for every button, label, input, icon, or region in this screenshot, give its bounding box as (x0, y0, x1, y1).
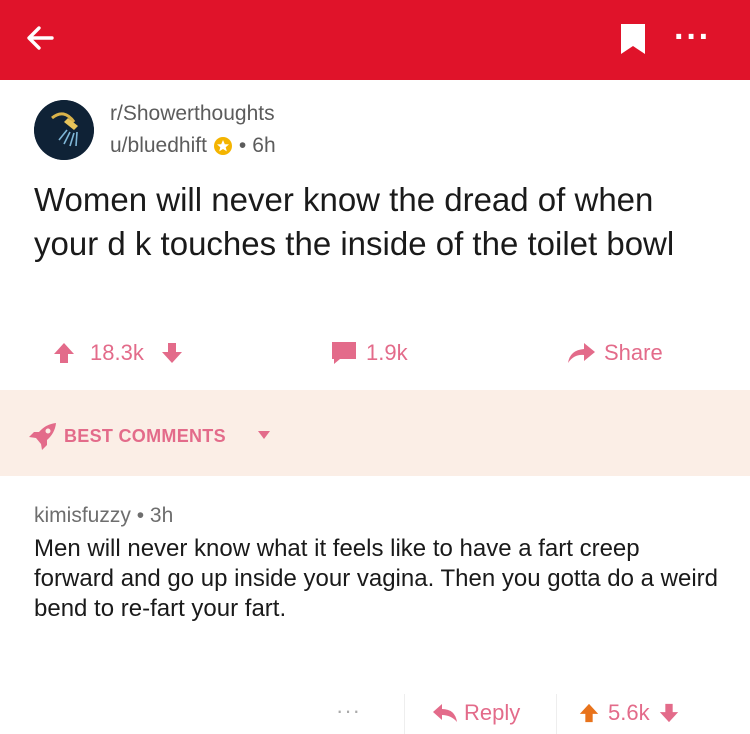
share-button[interactable]: Share (566, 340, 663, 366)
comment-vote-group: 5.6k (578, 700, 680, 726)
comment-score: 5.6k (608, 700, 650, 725)
more-horizontal-icon[interactable]: ··· (674, 20, 711, 54)
post-title[interactable]: Women will never know the dread of when … (34, 178, 724, 266)
share-arrow-icon (568, 343, 595, 363)
bookmark-icon[interactable] (618, 22, 648, 56)
comment-body: Men will never know what it feels like t… (34, 535, 718, 622)
comment-more-icon[interactable]: ··· (336, 698, 361, 724)
reply-button[interactable]: Reply (432, 700, 520, 726)
comment-meta: kimisfuzzy • 3h (34, 504, 173, 528)
post-author[interactable]: u/bluedhift (110, 134, 207, 158)
comment-bubble-icon (332, 342, 356, 364)
reply-arrow-icon (433, 704, 457, 722)
post-author-line: u/bluedhift • 6h (110, 134, 276, 158)
comment-sort-bar[interactable]: BEST COMMENTS (0, 390, 750, 476)
top-app-bar: ··· (0, 0, 750, 80)
post-score: 18.3k (90, 340, 144, 365)
chevron-down-icon[interactable] (258, 430, 270, 440)
post-vote-group: 18.3k (52, 340, 184, 366)
rocket-icon (29, 423, 56, 450)
subreddit-name[interactable]: r/Showerthoughts (110, 102, 275, 126)
upvote-arrow-icon[interactable] (52, 341, 76, 365)
divider (556, 694, 557, 734)
meta-separator: • (238, 134, 247, 157)
share-label: Share (604, 340, 663, 365)
comments-button[interactable]: 1.9k (330, 340, 408, 366)
downvote-arrow-icon[interactable] (160, 341, 184, 365)
comment-age: 3h (149, 504, 174, 527)
downvote-arrow-icon[interactable] (658, 702, 680, 724)
divider (404, 694, 405, 734)
comment-author[interactable]: kimisfuzzy (34, 504, 131, 527)
sort-label[interactable]: BEST COMMENTS (64, 426, 226, 447)
comment-count: 1.9k (366, 340, 408, 365)
award-icon (213, 137, 232, 155)
upvote-arrow-icon[interactable] (578, 702, 600, 724)
subreddit-avatar[interactable] (34, 100, 94, 160)
post-action-bar: 18.3k 1.9k Share (0, 330, 750, 376)
arrow-left-icon[interactable] (22, 20, 58, 56)
reply-label: Reply (464, 700, 521, 725)
comment-action-bar: ··· Reply 5.6k (0, 694, 750, 734)
shower-icon (34, 100, 94, 160)
meta-separator: • (136, 504, 145, 527)
post-age: 6h (252, 134, 276, 157)
